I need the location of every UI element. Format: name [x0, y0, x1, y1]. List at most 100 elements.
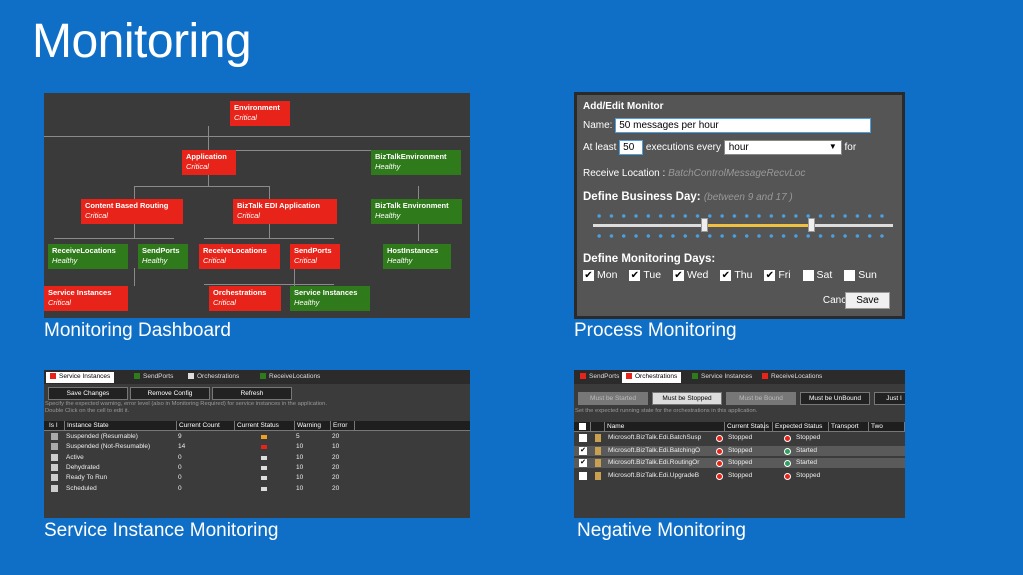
must-be-bound-button[interactable]: Must be Bound: [726, 392, 796, 405]
checkbox-icon[interactable]: [51, 484, 58, 492]
tab-orchestrations[interactable]: Orchestrations: [622, 372, 682, 383]
orchestration-icon: [595, 434, 601, 442]
col-two[interactable]: Two: [869, 422, 905, 432]
must-be-unbound-button[interactable]: Must be UnBound: [800, 392, 870, 405]
cell-expected-status: Started: [796, 446, 817, 454]
col-instance-state[interactable]: Instance State: [65, 421, 177, 431]
cell-count: 9: [178, 433, 182, 440]
col-name[interactable]: Name: [605, 422, 725, 432]
tab-service-instances[interactable]: Service Instances: [46, 372, 115, 383]
col-warning[interactable]: Warning: [295, 421, 331, 431]
col-transport[interactable]: Transport: [829, 422, 869, 432]
day-thu-checkbox[interactable]: ✔ Thu: [720, 269, 752, 281]
node-application[interactable]: Application Critical: [182, 150, 236, 175]
node-content-based-routing[interactable]: Content Based Routing Critical: [81, 199, 183, 224]
table-row[interactable]: ✔ Microsoft.BizTalk.Edi.RoutingOr Stopped S…: [574, 458, 905, 469]
day-tue-checkbox[interactable]: ✔ Tue: [629, 269, 661, 281]
table-row[interactable]: Active 0 10 20: [44, 453, 470, 463]
node-receivelocations-critical[interactable]: ReceiveLocations Critical: [199, 244, 280, 269]
table-row[interactable]: Dehydrated 0 10 20: [44, 463, 470, 473]
checkbox-icon[interactable]: [579, 471, 587, 480]
tab-label: Service Instances: [701, 373, 753, 380]
col-is-i[interactable]: Is I: [47, 421, 65, 431]
node-service-instances-healthy[interactable]: Service Instances Healthy: [290, 286, 370, 311]
tab-service-instances[interactable]: Service Instances: [688, 372, 756, 383]
node-service-instances-critical[interactable]: Service Instances Critical: [44, 286, 128, 311]
tab-receivelocations[interactable]: ReceiveLocations: [758, 372, 826, 383]
cell-warning: 10: [296, 443, 304, 451]
sim-hint-2: Double Click on the cell to edit it.: [45, 408, 130, 414]
table-row[interactable]: Suspended (Resumable) 9 5 20: [44, 432, 470, 442]
tab-orchestrations[interactable]: Orchestrations: [184, 372, 243, 383]
node-label: Environment: [234, 103, 280, 112]
tab-receivelocations[interactable]: ReceiveLocations: [256, 372, 324, 383]
cell-expected-status: Stopped: [796, 471, 821, 479]
checkbox-icon[interactable]: [51, 474, 58, 482]
node-environment[interactable]: Environment Critical: [230, 101, 290, 126]
table-row[interactable]: Microsoft.BizTalk.Edi.UpgradeB Stopped Sto…: [574, 471, 905, 481]
col-current-status[interactable]: Current Status: [725, 422, 769, 432]
node-label: ReceiveLocations: [52, 246, 116, 255]
status-dot-icon: [134, 373, 140, 380]
tab-sendports[interactable]: SendPorts: [130, 372, 177, 383]
checkbox-icon[interactable]: [51, 453, 58, 461]
node-biztalk-environment[interactable]: BizTalk Environment Healthy: [371, 199, 462, 224]
day-fri-checkbox[interactable]: ✔ Fri: [764, 269, 791, 281]
col-current-count[interactable]: Current Count: [177, 421, 235, 431]
remove-config-button[interactable]: Remove Config: [130, 387, 210, 400]
table-row[interactable]: Microsoft.BizTalk.Edi.BatchSusp Stopped St…: [574, 433, 905, 443]
col-error[interactable]: Error: [331, 421, 355, 431]
count-input[interactable]: 50: [619, 140, 644, 155]
period-select[interactable]: hour ▼: [723, 140, 842, 155]
node-status: Critical: [234, 113, 257, 122]
table-row[interactable]: Suspended (Not-Resumable) 14 10 10: [44, 442, 470, 452]
cell-count: 0: [178, 453, 182, 461]
must-be-stopped-button[interactable]: Must be Stopped: [652, 392, 722, 405]
day-wed-checkbox[interactable]: ✔ Wed: [673, 269, 708, 281]
node-biztalk-edi-application[interactable]: BizTalk EDI Application Critical: [233, 199, 337, 224]
status-indicator-icon: [261, 476, 267, 481]
col-current-status[interactable]: Current Status: [235, 421, 295, 431]
col-expected-status[interactable]: Expected Status: [773, 422, 829, 432]
refresh-button[interactable]: Refresh: [212, 387, 292, 400]
day-sat-checkbox[interactable]: Sat: [802, 269, 832, 281]
node-hostinstances[interactable]: HostInstances Healthy: [383, 244, 451, 269]
cell-state: Suspended (Resumable): [66, 433, 138, 440]
table-row[interactable]: ✔ Microsoft.BizTalk.Edi.BatchingO Stopped S…: [574, 445, 905, 456]
cell-warning: 10: [296, 463, 304, 471]
checkbox-icon[interactable]: [51, 443, 58, 451]
just-button[interactable]: Just I: [874, 392, 905, 405]
slider-end-handle[interactable]: [808, 218, 815, 232]
checkbox-icon[interactable]: ✔: [579, 446, 587, 455]
day-sun-checkbox[interactable]: Sun: [844, 269, 877, 281]
checkbox-icon[interactable]: [579, 434, 587, 442]
slider-start-handle[interactable]: [701, 218, 708, 232]
must-be-started-button[interactable]: Must be Started: [578, 392, 648, 405]
status-dot-icon: [260, 373, 266, 380]
save-button[interactable]: Save: [845, 292, 890, 309]
status-indicator-icon: [261, 486, 267, 491]
node-biztalkenvironment[interactable]: BizTalkEnvironment Healthy: [371, 150, 461, 175]
col-select[interactable]: [577, 422, 591, 432]
cell-current-status: Stopped: [728, 446, 753, 454]
save-changes-button[interactable]: Save Changes: [48, 387, 128, 400]
node-receivelocations-healthy[interactable]: ReceiveLocations Healthy: [48, 244, 128, 269]
status-dot-icon: [580, 373, 586, 380]
table-row[interactable]: Ready To Run 0 10 20: [44, 473, 470, 483]
node-sendports-critical[interactable]: SendPorts Critical: [290, 244, 340, 269]
node-status: Healthy: [387, 256, 413, 265]
node-orchestrations[interactable]: Orchestrations Critical: [209, 286, 281, 311]
checkbox-icon[interactable]: ✔: [579, 459, 587, 467]
day-label: Fri: [778, 269, 791, 281]
checkbox-icon[interactable]: [51, 433, 58, 440]
table-row[interactable]: Scheduled 0 10 20: [44, 484, 470, 494]
day-mon-checkbox[interactable]: ✔ Mon: [583, 269, 617, 281]
node-label: Service Instances: [294, 288, 358, 297]
sim-table-header: Is I Instance State Current Count Curren…: [44, 421, 470, 431]
checkbox-icon[interactable]: [51, 463, 58, 471]
node-sendports-healthy[interactable]: SendPorts Healthy: [138, 244, 188, 269]
name-input[interactable]: 50 messages per hour: [615, 118, 872, 133]
cell-state: Dehydrated: [66, 463, 100, 471]
tab-sendports[interactable]: SendPorts: [576, 372, 623, 383]
caption-process: Process Monitoring: [574, 320, 737, 341]
